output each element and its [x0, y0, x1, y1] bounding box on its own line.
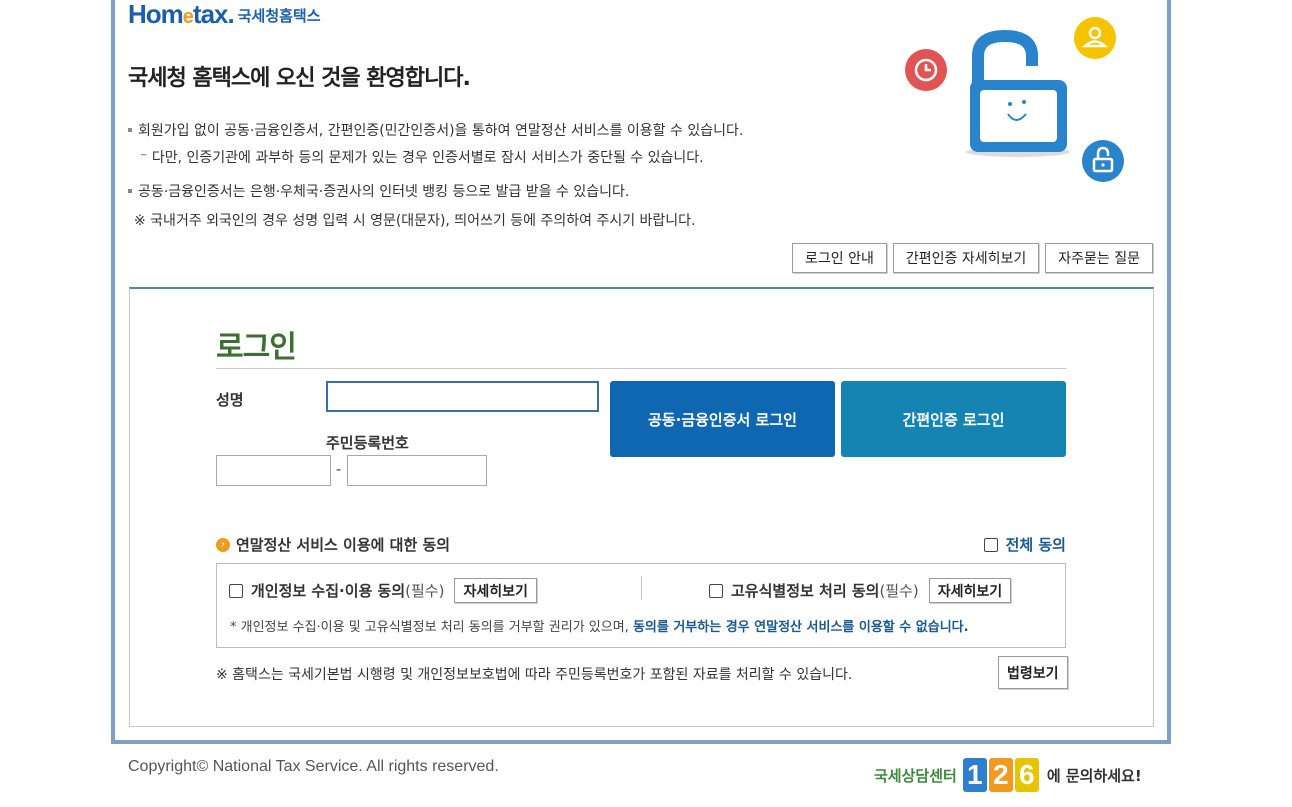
- simple-auth-detail-button[interactable]: 간편인증 자세히보기: [892, 243, 1040, 273]
- welcome-heading: 국세청 홈택스에 오신 것을 환영합니다.: [128, 66, 471, 91]
- consent-heading: › 연말정산 서비스 이용에 대한 동의: [216, 534, 450, 555]
- unique-id-consent-row: 고유식별정보 처리 동의 (필수) 자세히보기: [709, 578, 1012, 603]
- hometax-logo[interactable]: Hometax. 국세청홈택스: [128, 0, 321, 30]
- notice-1: 회원가입 없이 공동·금융인증서, 간편인증(민간인증서)을 통하여 연말정산 …: [128, 120, 743, 140]
- simple-auth-login-button[interactable]: 간편인증 로그인: [841, 381, 1066, 457]
- all-agree-checkbox[interactable]: 전체 동의: [983, 534, 1066, 555]
- arrow-circle-icon: ›: [216, 537, 230, 552]
- consent-note: * 개인정보 수집·이용 및 고유식별정보 처리 동의를 거부할 권리가 있으며…: [230, 620, 969, 635]
- notice-4: ※ 국내거주 외국인의 경우 성명 입력 시 영문(대문자), 띄어쓰기 등에 …: [134, 213, 696, 229]
- callcenter-number: 1 2 6: [962, 758, 1039, 792]
- law-note: ※ 홈택스는 국세기본법 시행령 및 개인정보보호법에 따라 주민등록번호가 포…: [216, 667, 853, 683]
- callcenter-suffix: 에 문의하세요!: [1046, 766, 1142, 785]
- unlock-badge-icon: [1082, 140, 1124, 182]
- callcenter-banner: 국세상담센터 1 2 6 에 문의하세요!: [874, 755, 1142, 795]
- rrn-front-input[interactable]: [216, 455, 331, 486]
- name-input[interactable]: [326, 381, 599, 412]
- callcenter-label: 국세상담센터: [874, 766, 957, 785]
- consent-divider: [641, 576, 642, 600]
- top-button-group: 로그인 안내 간편인증 자세히보기 자주묻는 질문: [792, 243, 1153, 273]
- privacy-consent-row: 개인정보 수집·이용 동의 (필수) 자세히보기: [229, 578, 537, 603]
- title-divider: [216, 368, 1066, 369]
- privacy-detail-button[interactable]: 자세히보기: [454, 578, 537, 603]
- view-law-button[interactable]: 법령보기: [998, 656, 1068, 689]
- checkbox-icon[interactable]: [983, 537, 998, 552]
- user-icon: [1074, 17, 1116, 59]
- rrn-label: 주민등록번호: [326, 434, 409, 452]
- cert-login-button[interactable]: 공동·금융인증서 로그인: [610, 381, 835, 457]
- padlock-icon: [966, 29, 1070, 157]
- name-label: 성명: [216, 391, 244, 409]
- security-lock-illustration: [905, 17, 1124, 182]
- unique-id-detail-button[interactable]: 자세히보기: [928, 578, 1012, 603]
- logo-subtitle: 국세청홈택스: [237, 7, 321, 25]
- login-guide-button[interactable]: 로그인 안내: [792, 243, 887, 273]
- notice-2: ⁻ 다만, 인증기관에 과부하 등의 문제가 있는 경우 인증서별로 잠시 서비…: [140, 150, 704, 166]
- privacy-consent-checkbox[interactable]: [229, 583, 243, 598]
- login-title: 로그인: [216, 330, 297, 365]
- faq-button[interactable]: 자주묻는 질문: [1045, 243, 1153, 273]
- notice-3: 공동·금융인증서는 은행·우체국·증권사의 인터넷 뱅킹 등으로 발급 받을 수…: [128, 181, 629, 201]
- rrn-dash: -: [336, 462, 342, 478]
- unique-id-consent-checkbox[interactable]: [709, 583, 723, 598]
- clock-icon: [905, 49, 947, 91]
- copyright-text: Copyright© National Tax Service. All rig…: [128, 758, 499, 775]
- rrn-back-input[interactable]: [347, 455, 487, 486]
